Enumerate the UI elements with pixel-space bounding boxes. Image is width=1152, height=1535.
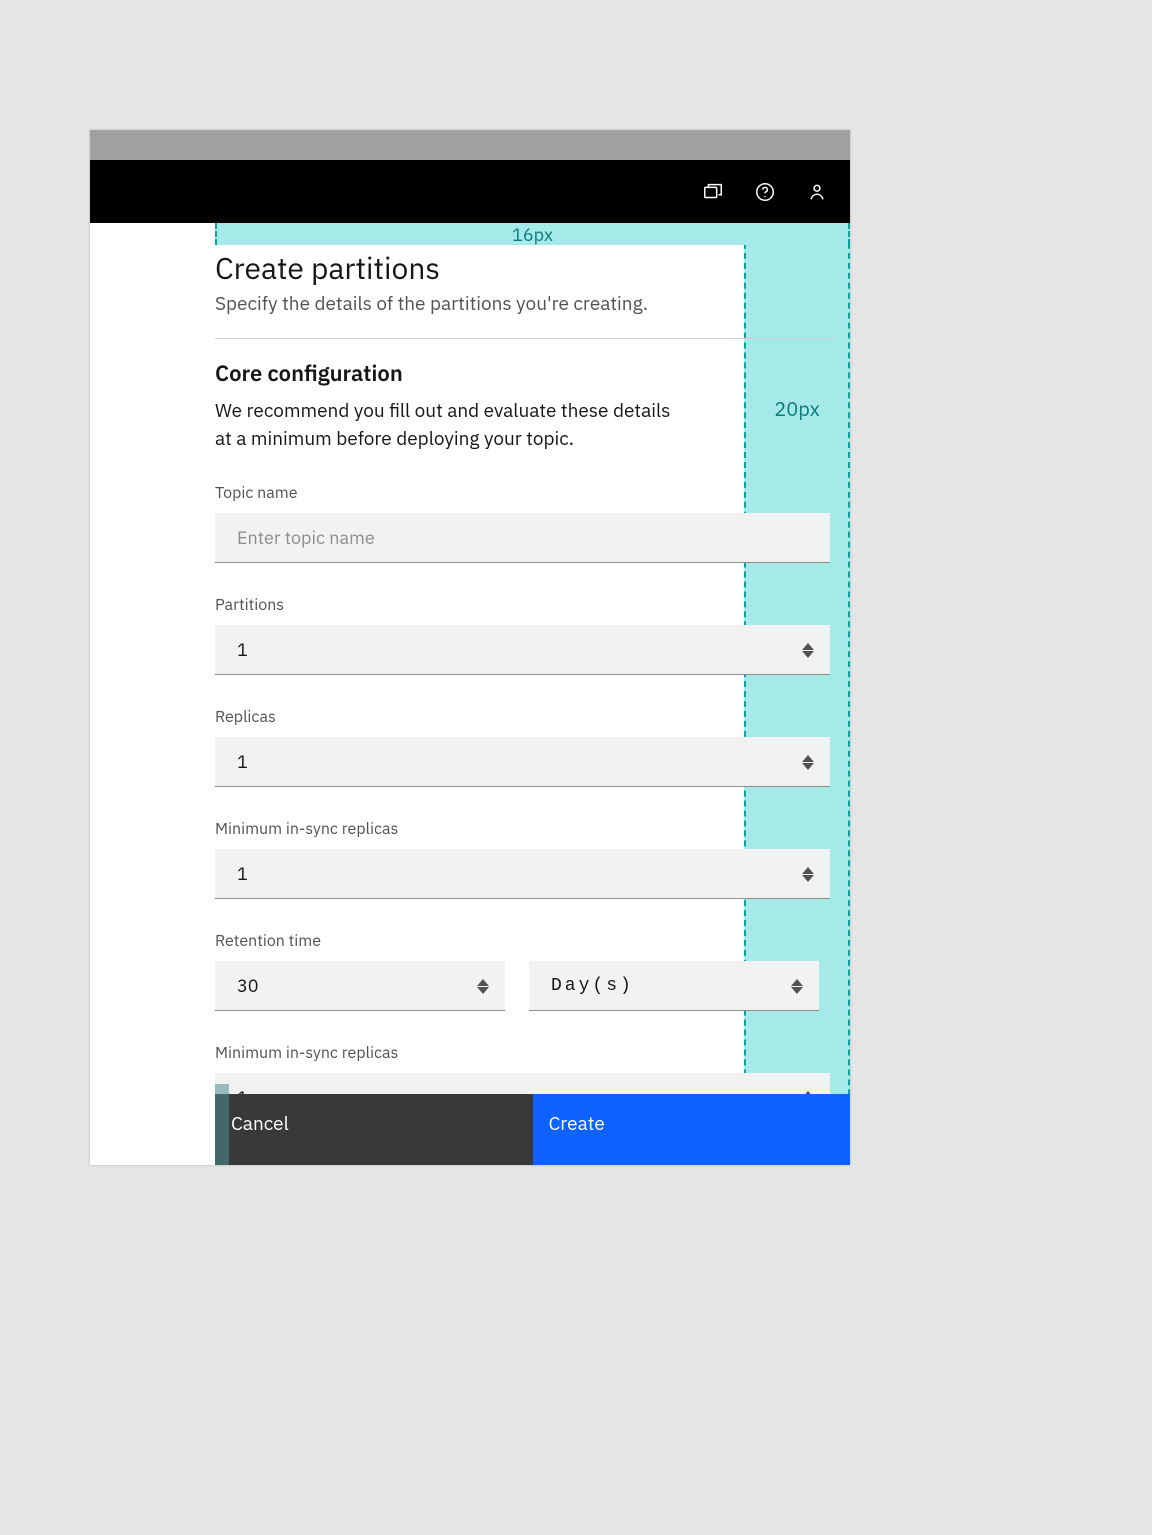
create-button[interactable]: Create	[533, 1094, 851, 1165]
chevron-down-icon	[802, 875, 814, 882]
chevron-down-icon	[791, 987, 803, 994]
section-heading: Core configuration	[215, 359, 835, 388]
topic-name-input[interactable]	[215, 513, 830, 563]
app-header	[90, 160, 850, 223]
field-retention: Retention time	[215, 931, 835, 1011]
create-partitions-panel: Create partitions Specify the details of…	[215, 245, 835, 1123]
min-isr-input[interactable]	[215, 849, 830, 899]
chevron-up-icon	[791, 979, 803, 986]
replicas-stepper[interactable]	[802, 751, 816, 773]
partitions-stepper[interactable]	[802, 639, 816, 661]
chevron-up-icon	[477, 979, 489, 986]
page-subtitle: Specify the details of the partitions yo…	[215, 292, 835, 316]
min-isr-stepper[interactable]	[802, 863, 816, 885]
cancel-button[interactable]: Cancel	[215, 1094, 533, 1165]
retention-value-input[interactable]	[215, 961, 505, 1011]
min-isr-label: Minimum in-sync replicas	[215, 819, 835, 839]
create-button-label: Create	[549, 1112, 605, 1136]
user-icon[interactable]	[806, 181, 828, 203]
chevron-down-icon	[802, 651, 814, 658]
chevron-up-icon	[802, 643, 814, 650]
chevron-up-icon	[802, 867, 814, 874]
window-stack-icon[interactable]	[702, 181, 724, 203]
page-title: Create partitions	[215, 249, 835, 288]
partitions-input[interactable]	[215, 625, 830, 675]
retention-unit-stepper[interactable]	[791, 975, 805, 997]
retention-label: Retention time	[215, 931, 835, 951]
help-icon[interactable]	[754, 181, 776, 203]
min-isr-2-label: Minimum in-sync replicas	[215, 1043, 835, 1063]
chevron-down-icon	[477, 987, 489, 994]
retention-unit-select[interactable]	[529, 961, 819, 1011]
field-topic-name: Topic name	[215, 483, 835, 563]
field-partitions: Partitions	[215, 595, 835, 675]
chevron-down-icon	[802, 763, 814, 770]
partitions-label: Partitions	[215, 595, 835, 615]
divider	[215, 338, 835, 339]
section-description: We recommend you fill out and evaluate t…	[215, 398, 675, 453]
topic-name-label: Topic name	[215, 483, 835, 503]
window-chrome	[90, 130, 850, 160]
app-window: 16px 20px Create partitions Specify the …	[90, 130, 850, 1165]
content-area: 16px 20px Create partitions Specify the …	[90, 223, 850, 1165]
replicas-label: Replicas	[215, 707, 835, 727]
cancel-button-label: Cancel	[231, 1112, 289, 1136]
replicas-input[interactable]	[215, 737, 830, 787]
action-bar: Cancel Create	[90, 1094, 850, 1165]
spec-top-label: 16px	[512, 223, 553, 246]
field-replicas: Replicas	[215, 707, 835, 787]
chevron-up-icon	[802, 755, 814, 762]
retention-value-stepper[interactable]	[477, 975, 491, 997]
field-min-isr: Minimum in-sync replicas	[215, 819, 835, 899]
